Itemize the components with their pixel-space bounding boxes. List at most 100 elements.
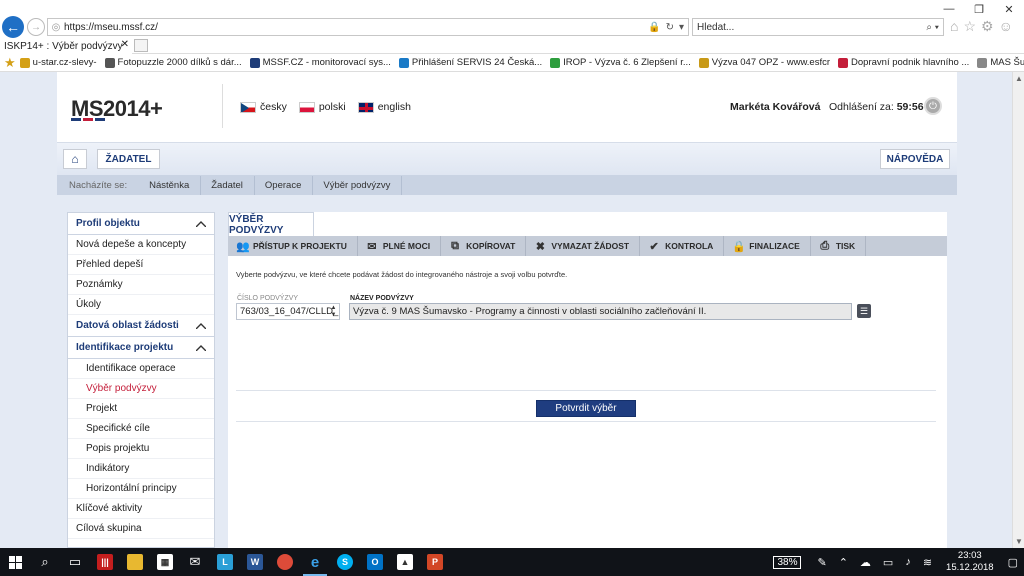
- action-button-4[interactable]: ✔ KONTROLA: [640, 236, 725, 256]
- clock[interactable]: 23:03 15.12.2018: [946, 550, 994, 574]
- scroll-up-icon[interactable]: ▲: [1015, 74, 1023, 83]
- sidebar-item-11[interactable]: Popis projektu: [68, 439, 214, 459]
- edge-ie-icon[interactable]: e: [300, 548, 330, 576]
- sidebar-item-12[interactable]: Indikátory: [68, 459, 214, 479]
- tab-close-icon[interactable]: ✕: [121, 39, 129, 50]
- dropdown-icon[interactable]: ▾: [679, 22, 684, 33]
- sidebar-item-7[interactable]: Identifikace operace: [68, 359, 214, 379]
- power-icon[interactable]: ⏻: [924, 97, 942, 115]
- page-scrollbar[interactable]: ▲ ▼: [1012, 72, 1024, 548]
- refresh-icon[interactable]: ↻: [666, 22, 674, 33]
- breadcrumb-item-operace[interactable]: Operace: [255, 175, 314, 196]
- sidebar-item-1[interactable]: Nová depeše a koncepty: [68, 235, 214, 255]
- action-button-5[interactable]: 🔒 FINALIZACE: [724, 236, 811, 256]
- lang-czech[interactable]: česky: [240, 101, 287, 113]
- zadatel-button[interactable]: ŽADATEL: [97, 149, 160, 169]
- search-taskbar-icon[interactable]: ⌕: [30, 548, 60, 576]
- address-bar[interactable]: ◎ https://mseu.mssf.cz/ 🔒 ↻ ▾: [47, 18, 689, 36]
- scroll-down-icon[interactable]: ▼: [1015, 537, 1023, 546]
- favorite-link[interactable]: Dopravní podnik hlavního ...: [838, 57, 969, 68]
- sidebar-item-14[interactable]: Klíčové aktivity: [68, 499, 214, 519]
- favorite-link[interactable]: Přihlášení SERVIS 24 Česká...: [398, 57, 542, 68]
- sidebar-item-0[interactable]: Profil objektu: [68, 213, 214, 235]
- sidebar-item-label: Projekt: [86, 403, 118, 414]
- breadcrumb-item-nastenka[interactable]: Nástěnka: [139, 175, 202, 196]
- battery-indicator[interactable]: 38%: [773, 555, 802, 569]
- nazev-podvyzvy-field[interactable]: Výzva č. 9 MAS Šumavsko - Programy a čin…: [349, 303, 852, 320]
- stepper-arrows-icon[interactable]: ▲ ▼: [329, 305, 338, 319]
- divider-bottom: [236, 421, 936, 422]
- file-explorer-icon[interactable]: [120, 548, 150, 576]
- nazev-podvyzvy-label: NÁZEV PODVÝZVY: [350, 295, 414, 302]
- favorite-link[interactable]: MSSF.CZ - monitorovací sys...: [249, 57, 391, 68]
- favicon-icon: [19, 57, 30, 68]
- lang-english[interactable]: english: [357, 101, 411, 113]
- settings-gear-icon[interactable]: ⚙: [981, 18, 994, 35]
- chevron-up-icon[interactable]: [196, 345, 206, 351]
- sidebar-item-10[interactable]: Specifické cíle: [68, 419, 214, 439]
- search-box[interactable]: Hledat... ⌕ ▾: [692, 18, 944, 36]
- breadcrumb-item-zadatel[interactable]: Žadatel: [201, 175, 255, 196]
- task-view-icon[interactable]: ▭: [60, 548, 90, 576]
- outlook-icon[interactable]: O: [360, 548, 390, 576]
- lang-polish[interactable]: polski: [298, 101, 346, 113]
- select-list-button[interactable]: ☰: [857, 304, 871, 318]
- action-button-6[interactable]: ⎙ TISK: [811, 236, 867, 256]
- back-button[interactable]: ←: [2, 16, 24, 38]
- show-hidden-icon[interactable]: ⌃: [839, 556, 848, 569]
- url-text[interactable]: https://mseu.mssf.cz/: [64, 22, 648, 33]
- cloud-icon[interactable]: ☁: [860, 556, 871, 569]
- sidebar-item-2[interactable]: Přehled depeší: [68, 255, 214, 275]
- notifications-icon[interactable]: ▢: [1008, 556, 1018, 569]
- new-tab-button[interactable]: [134, 39, 148, 52]
- favorites-star-icon[interactable]: ☆: [963, 18, 976, 35]
- mail-icon[interactable]: ✉: [180, 548, 210, 576]
- app-l-icon[interactable]: L: [210, 548, 240, 576]
- action-button-0[interactable]: 👥 PŘÍSTUP K PROJEKTU: [228, 236, 358, 256]
- store-icon[interactable]: ▦: [150, 548, 180, 576]
- favorite-link[interactable]: IROP - Výzva č. 6 Zlepšení r...: [550, 57, 691, 68]
- user-name[interactable]: Markéta Kovářová: [730, 101, 820, 113]
- search-input[interactable]: Hledat...: [697, 22, 926, 33]
- cislo-podvyzvy-field[interactable]: 763/03_16_047/CLLD_ ▲ ▼: [236, 303, 340, 320]
- photos-icon[interactable]: ▲: [390, 548, 420, 576]
- sidebar-item-4[interactable]: Úkoly: [68, 295, 214, 315]
- pen-icon[interactable]: ✎: [817, 556, 826, 569]
- confirm-button[interactable]: Potvrdit výběr: [536, 400, 636, 417]
- chrome-icon[interactable]: [270, 548, 300, 576]
- smiley-icon[interactable]: ☺: [999, 18, 1013, 35]
- action-button-1[interactable]: ✉ PLNÉ MOCI: [358, 236, 442, 256]
- help-button[interactable]: NÁPOVĚDA: [880, 149, 950, 169]
- sidebar-item-9[interactable]: Projekt: [68, 399, 214, 419]
- skype-icon[interactable]: S: [330, 548, 360, 576]
- volume-icon[interactable]: ♪: [905, 556, 911, 568]
- action-button-3[interactable]: ✖ VYMAZAT ŽÁDOST: [526, 236, 641, 256]
- chevron-up-icon[interactable]: [196, 323, 206, 329]
- network-icon[interactable]: ▭: [883, 556, 893, 569]
- action-button-2[interactable]: ⧉ KOPÍROVAT: [441, 236, 527, 256]
- sidebar-item-6[interactable]: Identifikace projektu: [68, 337, 214, 359]
- word-icon[interactable]: W: [240, 548, 270, 576]
- app-red-icon[interactable]: |||: [90, 548, 120, 576]
- favorite-link[interactable]: u-star.cz-slevy-: [19, 57, 97, 68]
- sidebar-item-5[interactable]: Datová oblast žádosti: [68, 315, 214, 337]
- sidebar-item-3[interactable]: Poznámky: [68, 275, 214, 295]
- search-icon[interactable]: ⌕ ▾: [926, 22, 943, 33]
- favorite-link[interactable]: Výzva 047 OPZ - www.esfcr: [698, 57, 830, 68]
- start-windows-icon[interactable]: [0, 548, 30, 576]
- sidebar-item-8[interactable]: Výběr podvýzvy: [68, 379, 214, 399]
- favorites-bar-star-icon[interactable]: ★: [4, 55, 16, 71]
- lock-icon[interactable]: 🔒: [648, 22, 660, 33]
- powerpoint-icon[interactable]: P: [420, 548, 450, 576]
- forward-button[interactable]: →: [27, 18, 45, 36]
- home-icon[interactable]: ⌂: [950, 18, 958, 35]
- favorite-link[interactable]: MAS Šumavsko: [977, 57, 1024, 68]
- sidebar-item-15[interactable]: Cílová skupina: [68, 519, 214, 539]
- browser-tab[interactable]: ISKP14+ : Výběr podvýzvy ✕: [0, 38, 132, 54]
- chevron-up-icon[interactable]: [196, 221, 206, 227]
- wifi-icon[interactable]: ≋: [923, 556, 932, 569]
- favorite-link[interactable]: Fotopuzzle 2000 dílků s dár...: [104, 57, 242, 68]
- home-button[interactable]: ⌂: [63, 149, 87, 169]
- sidebar-item-13[interactable]: Horizontální principy: [68, 479, 214, 499]
- tab-vyber-podvyzvy[interactable]: VÝBĚR PODVÝZVY: [228, 212, 314, 236]
